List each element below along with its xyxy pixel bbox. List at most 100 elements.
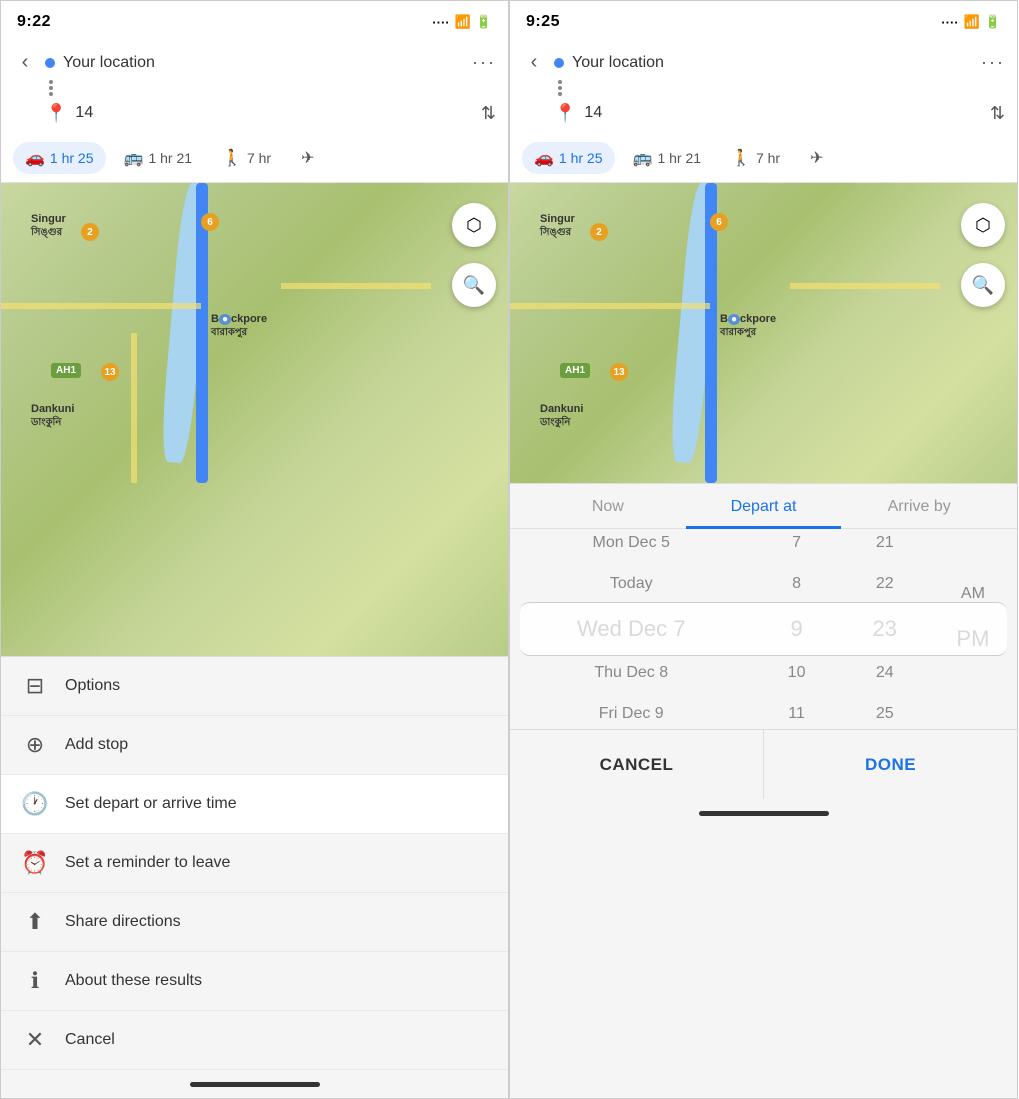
origin-input[interactable]: Your location: [63, 52, 464, 74]
r-flight-icon: ✈: [810, 148, 823, 168]
r-origin-dot: [554, 58, 564, 68]
car-icon: 🚗: [25, 148, 45, 168]
left-search-area: ‹ Your location ··· 📍 14 ⇅: [1, 39, 508, 136]
ampm-item-3: PM: [929, 615, 1017, 664]
r-car-icon: 🚗: [534, 148, 554, 168]
done-button[interactable]: DONE: [764, 730, 1017, 799]
tab-depart-label: Depart at: [731, 498, 797, 515]
menu-item-reminder[interactable]: ⏰ Set a reminder to leave: [1, 834, 508, 893]
r-car-duration: 1 hr 25: [559, 150, 603, 166]
r-signal-icon: ····: [941, 15, 958, 30]
ampm-item-1: [929, 554, 1017, 574]
r-transit-duration: 1 hr 21: [657, 150, 701, 166]
r-tab-transit[interactable]: 🚌 1 hr 21: [621, 142, 714, 174]
r-origin-row: ‹ Your location ···: [522, 45, 1005, 80]
hour-column[interactable]: 6 7 8 9 10 11 12: [752, 529, 840, 729]
flight-icon: ✈: [301, 148, 314, 168]
r-search-map-button[interactable]: 🔍: [961, 263, 1005, 307]
tab-transit[interactable]: 🚌 1 hr 21: [112, 142, 205, 174]
ampm-column[interactable]: AM PM: [929, 529, 1017, 729]
left-status-bar: 9:22 ···· 📶 🔋: [1, 1, 508, 39]
min-item-2: 22: [841, 564, 929, 605]
r-walk-icon: 🚶: [731, 148, 751, 168]
day-item-4: Thu Dec 8: [510, 653, 752, 694]
search-map-button[interactable]: 🔍: [452, 263, 496, 307]
day-item-2: Today: [510, 564, 752, 605]
day-column[interactable]: Sun Dec 4 Mon Dec 5 Today Wed Dec 7 Thu …: [510, 529, 752, 729]
left-phone-panel: 9:22 ···· 📶 🔋 ‹ Your location ··· 📍 14 ⇅: [0, 0, 509, 1099]
add-stop-label: Add stop: [65, 736, 128, 754]
left-home-indicator: [1, 1070, 508, 1098]
more-options-button[interactable]: ···: [472, 52, 496, 73]
options-icon: ⊟: [21, 673, 49, 699]
r-walk-duration: 7 hr: [756, 150, 780, 166]
r-tab-car[interactable]: 🚗 1 hr 25: [522, 142, 615, 174]
day-item-3: Wed Dec 7: [510, 605, 752, 654]
left-status-time: 9:22: [17, 13, 51, 31]
menu-item-cancel[interactable]: ✕ Cancel: [1, 1011, 508, 1070]
transit-icon: 🚌: [124, 148, 144, 168]
minute-column[interactable]: 20 21 22 23 24 25 26: [841, 529, 929, 729]
tab-arrive-label: Arrive by: [888, 498, 951, 515]
r-more-options-button[interactable]: ···: [981, 52, 1005, 73]
tab-depart-at[interactable]: Depart at: [686, 484, 842, 529]
ampm-item-2: AM: [929, 574, 1017, 615]
ampm-item-5: [929, 684, 1017, 704]
battery-icon: 🔋: [476, 14, 492, 30]
tab-walk[interactable]: 🚶 7 hr: [210, 142, 283, 174]
r-layers-button[interactable]: ⬡: [961, 203, 1005, 247]
layers-button[interactable]: ⬡: [452, 203, 496, 247]
picker-actions: CANCEL DONE: [510, 729, 1017, 799]
clock-icon: 🕐: [21, 791, 49, 817]
destination-pin: 📍: [45, 103, 67, 124]
swap-button[interactable]: ⇅: [481, 103, 496, 124]
r-origin-input[interactable]: Your location: [572, 52, 973, 74]
destination-row: 📍 14 ⇅: [13, 96, 496, 130]
scroll-picker[interactable]: Sun Dec 4 Mon Dec 5 Today Wed Dec 7 Thu …: [510, 529, 1017, 729]
add-stop-icon: ⊕: [21, 732, 49, 758]
cancel-button[interactable]: CANCEL: [510, 730, 764, 799]
menu-item-set-time[interactable]: 🕐 Set depart or arrive time: [1, 775, 508, 834]
done-label: DONE: [865, 755, 916, 775]
right-home-bar: [699, 811, 829, 816]
origin-dot: [45, 58, 55, 68]
walk-duration: 7 hr: [247, 150, 271, 166]
datetime-picker: Now Depart at Arrive by Sun Dec 4 Mon De…: [510, 483, 1017, 799]
ampm-item-6: [929, 704, 1017, 724]
car-duration: 1 hr 25: [50, 150, 94, 166]
share-icon: ⬆: [21, 909, 49, 935]
hour-item-1: 7: [752, 529, 840, 564]
set-time-label: Set depart or arrive time: [65, 795, 237, 813]
r-wifi-icon: 📶: [964, 14, 980, 30]
min-item-4: 24: [841, 653, 929, 694]
right-phone-panel: 9:25 ···· 📶 🔋 ‹ Your location ··· 📍 14 ⇅: [509, 0, 1018, 1099]
back-button[interactable]: ‹: [13, 51, 37, 74]
right-status-bar: 9:25 ···· 📶 🔋: [510, 1, 1017, 39]
r-destination-input[interactable]: 14: [584, 102, 981, 124]
day-item-1: Mon Dec 5: [510, 529, 752, 564]
tab-now[interactable]: Now: [530, 484, 686, 529]
r-destination-row: 📍 14 ⇅: [522, 96, 1005, 130]
r-swap-button[interactable]: ⇅: [990, 103, 1005, 124]
r-tab-walk[interactable]: 🚶 7 hr: [719, 142, 792, 174]
about-label: About these results: [65, 972, 202, 990]
tab-flight[interactable]: ✈: [289, 142, 326, 174]
share-label: Share directions: [65, 913, 181, 931]
destination-input[interactable]: 14: [75, 102, 472, 124]
menu-item-options[interactable]: ⊟ Options: [1, 657, 508, 716]
left-transport-tabs: 🚗 1 hr 25 🚌 1 hr 21 🚶 7 hr ✈: [1, 136, 508, 183]
menu-item-add-stop[interactable]: ⊕ Add stop: [1, 716, 508, 775]
left-home-bar: [190, 1082, 320, 1087]
tab-arrive-by[interactable]: Arrive by: [841, 484, 997, 529]
right-search-area: ‹ Your location ··· 📍 14 ⇅: [510, 39, 1017, 136]
left-map: Singurসিঙ্গুর B●ckporeবারাকপুর Dankuniডা…: [1, 183, 508, 656]
left-bottom-sheet: ⊟ Options ⊕ Add stop 🕐 Set depart or arr…: [1, 656, 508, 1070]
tab-now-label: Now: [592, 498, 624, 515]
r-back-button[interactable]: ‹: [522, 51, 546, 74]
hour-item-5: 11: [752, 694, 840, 729]
menu-item-share[interactable]: ⬆ Share directions: [1, 893, 508, 952]
menu-item-about[interactable]: ℹ About these results: [1, 952, 508, 1011]
tab-car[interactable]: 🚗 1 hr 25: [13, 142, 106, 174]
r-tab-flight[interactable]: ✈: [798, 142, 835, 174]
x-icon: ✕: [21, 1027, 49, 1053]
